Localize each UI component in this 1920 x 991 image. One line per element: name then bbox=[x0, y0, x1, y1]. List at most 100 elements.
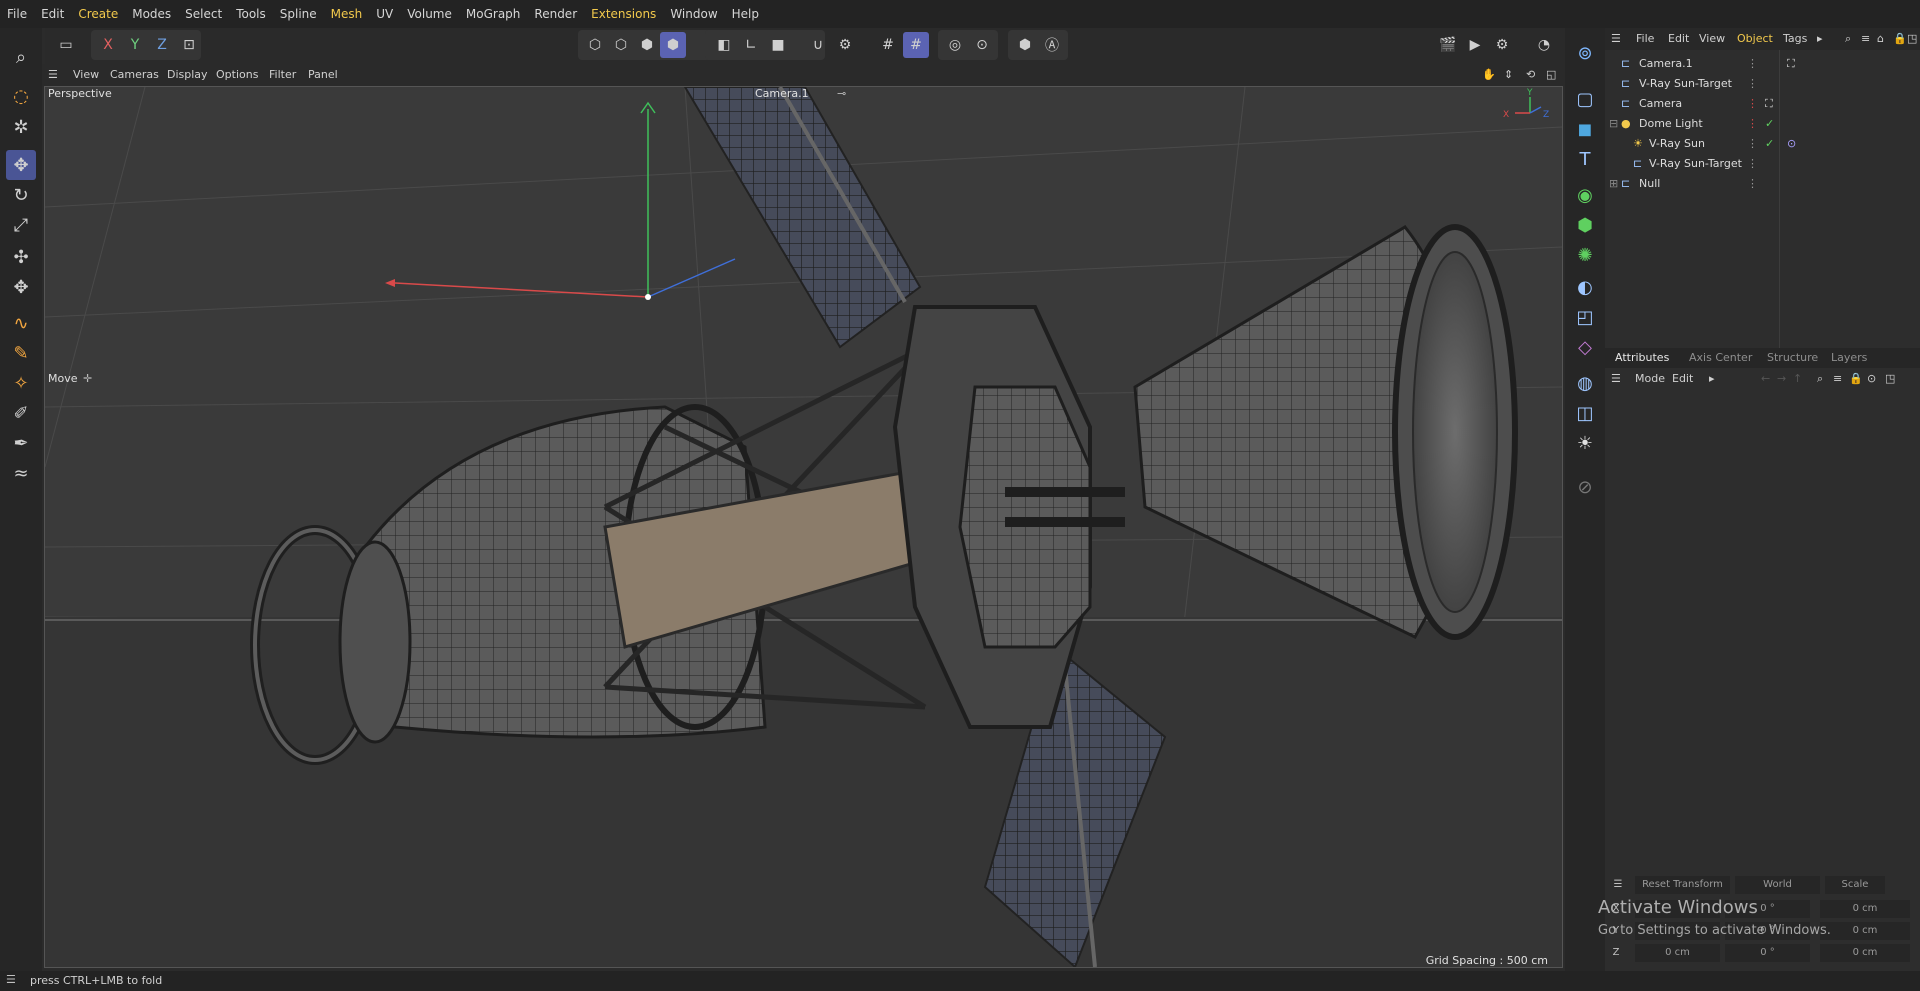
more-arrow-icon[interactable]: ▸ bbox=[1817, 28, 1823, 50]
object-menu-object[interactable]: Object bbox=[1737, 28, 1773, 50]
menu-extensions[interactable]: Extensions bbox=[584, 0, 663, 28]
text-icon[interactable]: Ⓐ bbox=[1039, 32, 1065, 58]
menu-modes[interactable]: Modes bbox=[125, 0, 178, 28]
visibility-dots-icon[interactable]: ⋮ bbox=[1747, 174, 1758, 194]
locked-workplane-icon[interactable]: ■ bbox=[765, 32, 791, 58]
mode-dropdown[interactable]: Scale bbox=[1825, 876, 1885, 894]
menu-tools[interactable]: Tools bbox=[229, 0, 273, 28]
menu-window[interactable]: Window bbox=[663, 0, 724, 28]
viewport-menu-cameras[interactable]: Cameras bbox=[110, 64, 159, 86]
object-menu-edit[interactable]: Edit bbox=[1668, 28, 1689, 50]
reset-transform-button[interactable]: Reset Transform bbox=[1635, 876, 1730, 894]
space-dropdown[interactable]: World bbox=[1735, 876, 1820, 894]
object-row[interactable]: ⊏ V-Ray Sun-Target ⋮ bbox=[1605, 74, 1920, 94]
multi-transform-icon[interactable]: ✥ bbox=[6, 272, 36, 302]
visibility-dots-icon[interactable]: ⋮ bbox=[1747, 134, 1758, 154]
back-arrow-icon[interactable]: ← bbox=[1761, 369, 1770, 389]
render-view-icon[interactable]: 🎬 bbox=[1435, 32, 1461, 58]
edges-mode-icon[interactable]: ⬡ bbox=[608, 32, 634, 58]
move-gizmo[interactable] bbox=[385, 101, 736, 300]
snap-enabled-icon[interactable]: # bbox=[903, 32, 929, 58]
spline-pen-icon[interactable]: ∿ bbox=[6, 308, 36, 338]
tag-icon[interactable]: ⛶ bbox=[1765, 94, 1773, 114]
object-row[interactable]: ⊏ Camera.1 ⋮ ⛶ bbox=[1605, 54, 1920, 74]
snap-grid-icon[interactable]: # bbox=[875, 32, 901, 58]
model-mode-icon[interactable]: ⬢ bbox=[660, 32, 686, 58]
solo-hierarchy-icon[interactable]: ⊙ bbox=[969, 32, 995, 58]
vray-tag-icon[interactable]: ⊙ bbox=[1787, 134, 1796, 154]
render-settings-icon[interactable]: ⚙ bbox=[1489, 32, 1515, 58]
visibility-dots-icon[interactable]: ⋮ bbox=[1747, 114, 1758, 134]
tab-layers[interactable]: Layers bbox=[1831, 348, 1867, 368]
workplane-icon[interactable]: ∟ bbox=[738, 32, 764, 58]
live-selection-icon[interactable]: ◌ bbox=[6, 81, 36, 111]
spline-rectangle-icon[interactable]: ▢ bbox=[1570, 84, 1600, 114]
expand-toggle-icon[interactable]: ⊟ bbox=[1609, 114, 1618, 134]
hide-icon[interactable]: ⬢ bbox=[1012, 32, 1038, 58]
viewport-menu-panel[interactable]: Panel bbox=[308, 64, 338, 86]
soft-selection-icon[interactable]: ⚙ bbox=[832, 32, 858, 58]
points-mode-icon[interactable]: ⬡ bbox=[582, 32, 608, 58]
menu-edit[interactable]: Edit bbox=[34, 0, 71, 28]
menu-file[interactable]: File bbox=[0, 0, 34, 28]
brush-tool-icon[interactable]: ✐ bbox=[6, 398, 36, 428]
field-icon[interactable]: ◰ bbox=[1570, 302, 1600, 332]
transfer-tool-icon[interactable]: ✣ bbox=[6, 242, 36, 272]
visibility-dots-icon[interactable]: ⋮ bbox=[1747, 154, 1758, 174]
more-arrow-icon[interactable]: ▸ bbox=[1709, 369, 1715, 389]
layout-switch-icon[interactable]: ◔ bbox=[1531, 32, 1557, 58]
search-icon[interactable]: ⌕ bbox=[1845, 28, 1851, 50]
target-tag-icon[interactable]: ⛶ bbox=[1787, 54, 1795, 74]
rotate-tool-icon[interactable]: ↻ bbox=[6, 180, 36, 210]
object-row[interactable]: ⊞ ⊏ Null ⋮ bbox=[1605, 174, 1920, 194]
axis-z-lock-button[interactable]: Z bbox=[149, 32, 175, 58]
home-icon[interactable]: ⌂ bbox=[1877, 28, 1884, 50]
tab-structure[interactable]: Structure bbox=[1767, 348, 1818, 368]
expand-toggle-icon[interactable]: ⊞ bbox=[1609, 174, 1618, 194]
menu-create[interactable]: Create bbox=[71, 0, 125, 28]
new-window-icon[interactable]: ◳ bbox=[1907, 28, 1917, 50]
object-row[interactable]: ⊏ Camera ⋮ ⛶ bbox=[1605, 94, 1920, 114]
viewport-menu-options[interactable]: Options bbox=[216, 64, 258, 86]
forward-arrow-icon[interactable]: → bbox=[1777, 369, 1786, 389]
texture-mode-icon[interactable]: ◧ bbox=[711, 32, 737, 58]
object-manager-hamburger-icon[interactable]: ☰ bbox=[1611, 28, 1621, 50]
status-hamburger-icon[interactable]: ☰ bbox=[6, 973, 16, 986]
object-menu-view[interactable]: View bbox=[1699, 28, 1725, 50]
viewport-menu-filter[interactable]: Filter bbox=[269, 64, 296, 86]
undo-icon[interactable]: ▭ bbox=[53, 32, 79, 58]
lock-icon[interactable]: 🔒 bbox=[1849, 369, 1863, 389]
attributes-hamburger-icon[interactable]: ☰ bbox=[1611, 369, 1621, 389]
camera-object-icon[interactable]: ⊚ bbox=[1570, 38, 1600, 68]
effector-icon[interactable]: ✺ bbox=[1570, 240, 1600, 270]
menu-uv[interactable]: UV bbox=[369, 0, 400, 28]
cloner-icon[interactable]: ⬢ bbox=[1570, 210, 1600, 240]
lock-icon[interactable]: 🔒 bbox=[1893, 28, 1907, 50]
enabled-check-icon[interactable]: ✓ bbox=[1765, 114, 1774, 134]
search-icon[interactable]: ⌕ bbox=[1817, 369, 1823, 389]
visibility-dots-icon[interactable]: ⋮ bbox=[1747, 74, 1758, 94]
menu-help[interactable]: Help bbox=[725, 0, 766, 28]
tab-axis-center[interactable]: Axis Center bbox=[1689, 348, 1752, 368]
object-row[interactable]: ⊟ ● Dome Light ⋮ ✓ bbox=[1605, 114, 1920, 134]
viewport-hamburger-icon[interactable]: ☰ bbox=[48, 64, 58, 86]
maximize-view-icon[interactable]: ◱ bbox=[1546, 64, 1556, 86]
magnet-icon[interactable]: ∪ bbox=[805, 32, 831, 58]
visibility-dots-icon[interactable]: ⋮ bbox=[1747, 54, 1758, 74]
camera-link-icon[interactable]: ⊸ bbox=[837, 87, 846, 100]
deformer-icon[interactable]: ◐ bbox=[1570, 272, 1600, 302]
scale-field[interactable]: 0 cm bbox=[1820, 944, 1910, 962]
attributes-menu-edit[interactable]: Edit bbox=[1672, 369, 1693, 389]
search-icon[interactable]: ⌕ bbox=[6, 42, 36, 72]
axis-x-lock-button[interactable]: X bbox=[95, 32, 121, 58]
cube-object-icon[interactable]: ◼ bbox=[1570, 114, 1600, 144]
scale-field[interactable]: 0 cm bbox=[1820, 922, 1910, 940]
tab-attributes[interactable]: Attributes bbox=[1615, 348, 1669, 368]
settings-tool-icon[interactable]: ✲ bbox=[6, 112, 36, 142]
object-row[interactable]: ☀ V-Ray Sun ⋮ ✓ ⊙ bbox=[1605, 134, 1920, 154]
move-tool-icon[interactable]: ✥ bbox=[6, 150, 36, 180]
viewport-menu-view[interactable]: View bbox=[73, 64, 99, 86]
object-row[interactable]: ⊏ V-Ray Sun-Target ⋮ bbox=[1605, 154, 1920, 174]
light-icon[interactable]: ☀ bbox=[1570, 428, 1600, 458]
up-arrow-icon[interactable]: ↑ bbox=[1793, 369, 1802, 389]
